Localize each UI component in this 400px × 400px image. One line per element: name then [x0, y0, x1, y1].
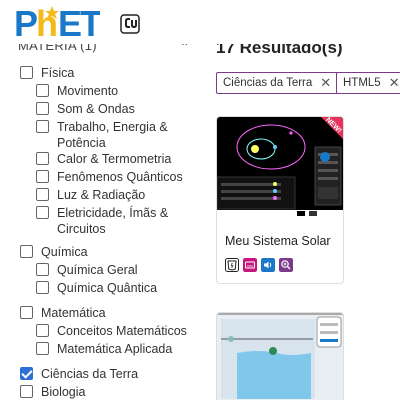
filter-label: Luz & Radiação — [57, 188, 146, 202]
checkbox[interactable] — [36, 263, 49, 276]
checkbox[interactable] — [20, 385, 33, 398]
page: P h E T MATÉRIA (1) ⌃ Física Movimento S… — [0, 0, 400, 400]
filter-fenomenos-quanticos[interactable]: Fenômenos Quânticos — [36, 169, 183, 187]
filter-label: Fenômenos Quânticos — [57, 170, 183, 184]
filter-biologia[interactable]: Biologia — [20, 384, 85, 400]
filter-movimento[interactable]: Movimento — [36, 83, 118, 101]
filter-quimica-quantica[interactable]: Química Quântica — [36, 280, 157, 298]
filter-chip-ciencias-da-terra[interactable]: Ciências da Terra ✕ — [216, 72, 339, 94]
svg-text:5: 5 — [231, 264, 234, 270]
sound-icon — [261, 258, 275, 272]
checkbox[interactable] — [36, 281, 49, 294]
filter-label: Conceitos Matemáticos — [57, 324, 187, 338]
filter-calor[interactable]: Calor & Termometria — [36, 151, 171, 169]
checkbox[interactable] — [36, 170, 49, 183]
filter-quimica-geral[interactable]: Química Geral — [36, 262, 138, 280]
filter-label: Trabalho, Energia & Potência — [57, 119, 168, 151]
checkbox[interactable] — [36, 342, 49, 355]
filter-label: Som & Ondas — [57, 102, 135, 116]
checkbox[interactable] — [36, 188, 49, 201]
filter-label-line2: Potência — [57, 136, 106, 150]
filter-fisica[interactable]: Física — [20, 65, 74, 83]
filter-conceitos-matematicos[interactable]: Conceitos Matemáticos — [36, 323, 187, 341]
filter-chip-html5[interactable]: HTML5 ✕ — [336, 72, 400, 94]
checkbox-checked[interactable] — [20, 367, 33, 380]
simulation-card[interactable] — [216, 312, 344, 400]
filter-matematica-aplicada[interactable]: Matemática Aplicada — [36, 341, 172, 359]
filter-matematica[interactable]: Matemática — [20, 305, 106, 323]
filter-som-ondas[interactable]: Som & Ondas — [36, 101, 135, 119]
svg-text:E: E — [58, 3, 82, 42]
checkbox[interactable] — [36, 84, 49, 97]
filter-quimica[interactable]: Química — [20, 244, 88, 262]
svg-text:h: h — [36, 3, 58, 42]
simulation-thumbnail[interactable] — [217, 117, 344, 217]
simulation-card[interactable]: NEW! Meu Sistema Solar 5 — [216, 116, 344, 284]
html5-icon: 5 — [225, 258, 239, 272]
checkbox[interactable] — [36, 102, 49, 115]
university-logo-icon[interactable] — [120, 14, 140, 34]
card-title[interactable]: Meu Sistema Solar — [225, 234, 331, 248]
filter-label: Física — [41, 66, 75, 80]
filter-label-line2: Circuitos — [57, 222, 106, 236]
filter-eletricidade[interactable]: Eletricidade, Ímãs & Circuitos — [36, 205, 168, 239]
header: P h E T — [0, 0, 400, 44]
checkbox[interactable] — [36, 206, 49, 219]
checkbox[interactable] — [36, 120, 49, 133]
zoom-icon — [279, 258, 293, 272]
checkbox[interactable] — [36, 152, 49, 165]
card-badges: 5 — [225, 258, 293, 272]
filter-label: Química Quântica — [57, 281, 158, 295]
chip-label: HTML5 — [343, 77, 381, 89]
filter-label: Química Geral — [57, 263, 138, 277]
checkbox[interactable] — [36, 324, 49, 337]
filter-label: Calor & Termometria — [57, 152, 172, 166]
filter-luz-radiacao[interactable]: Luz & Radiação — [36, 187, 145, 205]
checkbox[interactable] — [20, 66, 33, 79]
filter-label: Matemática Aplicada — [57, 342, 173, 356]
filter-label: Eletricidade, Ímãs & Circuitos — [57, 205, 168, 237]
filter-label: Química — [41, 245, 88, 259]
checkbox[interactable] — [20, 306, 33, 319]
filter-label: Biologia — [41, 385, 86, 399]
filter-label: Ciências da Terra — [41, 367, 139, 381]
close-icon[interactable]: ✕ — [389, 76, 400, 89]
filter-label: Movimento — [57, 84, 119, 98]
simulation-thumbnail[interactable] — [217, 313, 344, 400]
close-icon[interactable]: ✕ — [320, 76, 331, 89]
filter-label: Matemática — [41, 306, 106, 320]
filter-ciencias-da-terra[interactable]: Ciências da Terra — [20, 366, 138, 384]
filter-trabalho-energia[interactable]: Trabalho, Energia & Potência — [36, 119, 168, 153]
keyboard-accessible-icon — [243, 258, 257, 272]
filter-label-line1: Trabalho, Energia & — [57, 120, 168, 134]
phet-logo[interactable]: P h E T — [14, 2, 100, 42]
chip-label: Ciências da Terra — [223, 77, 313, 89]
svg-text:T: T — [80, 3, 100, 42]
filter-label-line1: Eletricidade, Ímãs & — [57, 206, 169, 220]
svg-text:P: P — [14, 3, 38, 42]
checkbox[interactable] — [20, 245, 33, 258]
